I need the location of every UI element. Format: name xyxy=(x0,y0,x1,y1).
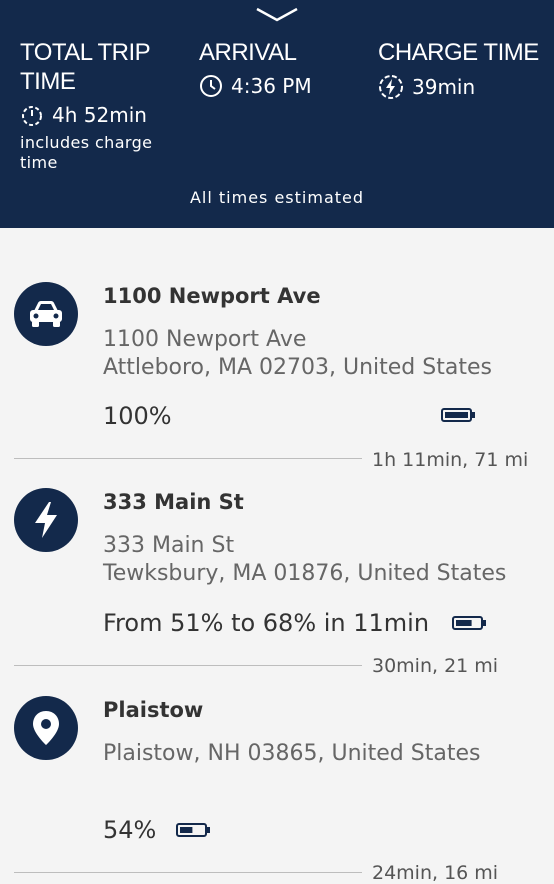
stop-name: 1100 Newport Ave xyxy=(103,284,321,308)
leg-info: 24min, 16 mi xyxy=(372,862,499,884)
battery-text: From 51% to 68% in 11min xyxy=(103,609,430,637)
charging-bolt-icon xyxy=(14,488,78,552)
divider xyxy=(14,458,362,459)
battery-status: 54% xyxy=(103,816,156,844)
timer-icon xyxy=(22,106,42,126)
charge-time-label: CHARGE TIME xyxy=(378,39,539,66)
divider xyxy=(14,665,362,666)
stop-address: Plaistow, NH 03865, United States xyxy=(103,741,481,766)
battery-status: From 51% to 68% in 11min xyxy=(103,609,429,637)
total-trip-time-label: TOTAL TRIP TIME xyxy=(20,39,151,95)
stop-name: Plaistow xyxy=(103,698,204,722)
trip-summary-header: TOTAL TRIP TIME 4h 52min includes charge… xyxy=(0,0,554,228)
charge-time: CHARGE TIME 39min xyxy=(378,38,539,100)
battery-icon xyxy=(176,823,210,837)
arrival-time: ARRIVAL 4:36 PM xyxy=(199,38,312,98)
stop-address: 333 Main St Tewksbury, MA 01876, United … xyxy=(103,533,507,586)
leg-info: 1h 11min, 71 mi xyxy=(372,449,529,471)
battery-text: 54% xyxy=(103,816,157,844)
chevron-down-icon[interactable] xyxy=(255,6,299,22)
total-trip-time: TOTAL TRIP TIME 4h 52min includes charge… xyxy=(20,38,180,173)
charge-time-value: 39min xyxy=(412,75,476,99)
divider xyxy=(14,872,362,873)
charge-included-note: includes charge time xyxy=(20,133,153,172)
battery-icon xyxy=(452,616,486,630)
battery-text: 100% xyxy=(103,402,172,430)
total-trip-time-value: 4h 52min xyxy=(52,103,147,127)
battery-icon xyxy=(441,408,475,422)
charge-timer-icon xyxy=(379,75,403,99)
stop-name: 333 Main St xyxy=(103,490,244,514)
arrival-value: 4:36 PM xyxy=(231,74,312,98)
clock-icon xyxy=(200,75,222,97)
battery-status: 100% xyxy=(103,402,172,430)
estimate-note: All times estimated xyxy=(189,188,365,207)
arrival-label: ARRIVAL xyxy=(199,39,297,66)
stop-address: 1100 Newport Ave Attleboro, MA 02703, Un… xyxy=(103,327,492,380)
leg-info: 30min, 21 mi xyxy=(372,655,499,677)
car-icon xyxy=(14,282,78,346)
location-pin-icon xyxy=(14,696,78,760)
